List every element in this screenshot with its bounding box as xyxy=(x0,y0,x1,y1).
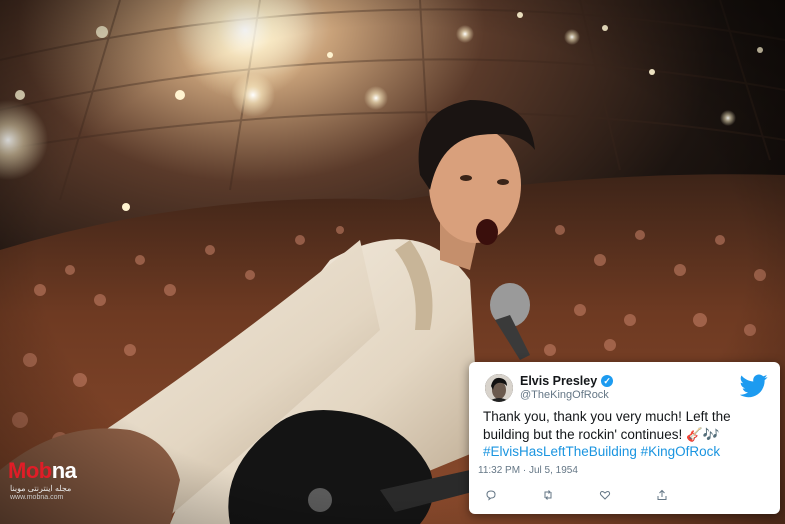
watermark-logo-b: na xyxy=(51,458,77,483)
twitter-bird-icon xyxy=(740,374,768,398)
watermark-url: www.mobna.com xyxy=(10,494,64,501)
tweet-header: Elvis Presley ✓ @TheKingOfRock xyxy=(483,372,773,404)
share-icon[interactable] xyxy=(654,489,670,505)
tweet-hashtags[interactable]: #ElvisHasLeftTheBuilding #KingOfRock xyxy=(483,444,720,459)
tweet-date: Jul 5, 1954 xyxy=(528,465,578,476)
tweet-author-handle[interactable]: @TheKingOfRock xyxy=(520,389,609,401)
verified-badge-icon: ✓ xyxy=(601,375,614,387)
retweet-icon[interactable] xyxy=(540,489,556,505)
tweet-timestamp[interactable]: 11:32 PM · Jul 5, 1954 xyxy=(478,465,578,476)
like-icon[interactable] xyxy=(597,489,613,505)
avatar[interactable] xyxy=(485,374,513,402)
watermark-logo: Mobna xyxy=(8,458,77,484)
watermark-logo-a: Mob xyxy=(8,458,52,483)
tweet-card[interactable]: Elvis Presley ✓ @TheKingOfRock Thank you… xyxy=(469,362,780,514)
watermark-subtitle: مجله اینترنتی موبنا xyxy=(10,484,72,493)
tweet-text: Thank you, thank you very much! Left the… xyxy=(483,408,771,461)
tweet-time: 11:32 PM xyxy=(478,465,521,476)
tweet-actions xyxy=(483,489,683,505)
tweet-author-name[interactable]: Elvis Presley xyxy=(520,374,597,388)
tweet-message: Thank you, thank you very much! Left the… xyxy=(483,409,731,442)
reply-icon[interactable] xyxy=(483,489,499,505)
watermark: Mobna مجله اینترنتی موبنا www.mobna.com xyxy=(8,458,116,506)
meta-separator: · xyxy=(522,465,527,476)
